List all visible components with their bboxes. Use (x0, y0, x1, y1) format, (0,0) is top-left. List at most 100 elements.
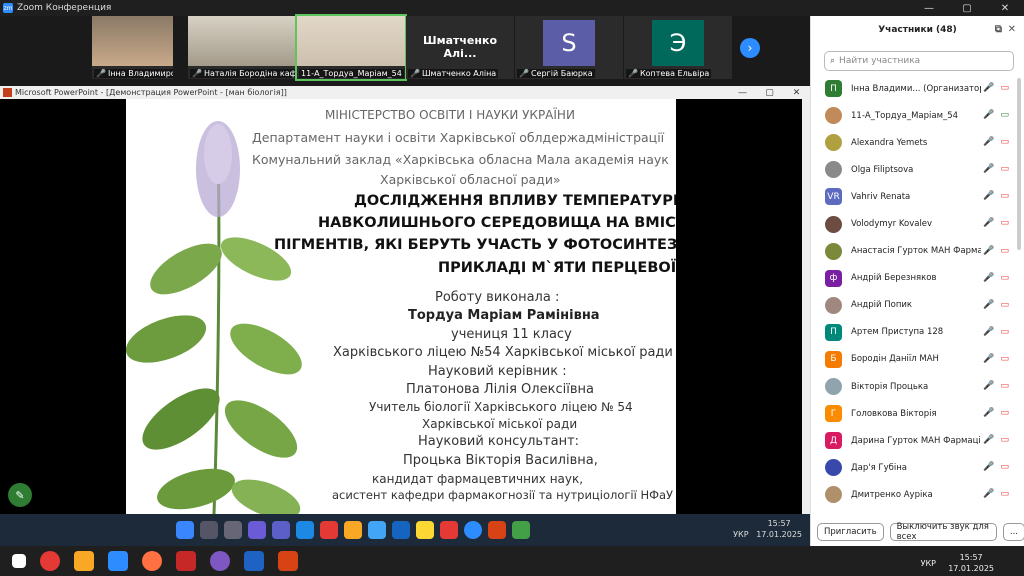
participant-row[interactable]: Д Дарина Гурток МАН Фармація 🎤 ▭ (811, 427, 1017, 454)
keep-icon[interactable] (416, 521, 434, 539)
participant-row[interactable]: Г Головкова Вікторія 🎤 ▭ (811, 400, 1017, 427)
avatar (825, 215, 842, 233)
ppt-minimize-button[interactable]: — (729, 88, 756, 98)
app-icon[interactable] (176, 551, 196, 571)
windows-start-icon[interactable] (12, 554, 26, 568)
window-title: Zoom Конференция (17, 3, 112, 13)
video-tile[interactable]: 🎤Інна Владимирова (92, 16, 173, 79)
participant-status-icons: 🎤 ▭ (983, 191, 1009, 201)
mic-muted-icon: 🎤 (983, 299, 995, 310)
participant-row[interactable]: ф Андрій Березняков 🎤 ▭ (811, 265, 1017, 292)
avatar: ф (825, 269, 842, 287)
mic-muted-icon: 🎤 (983, 326, 995, 337)
camera-off-icon: ▭ (1000, 137, 1009, 148)
chrome-icon[interactable] (40, 551, 60, 571)
video-tile[interactable]: S 🎤 Сергій Баюрка (515, 16, 623, 79)
slide-title-4: ПРИКЛАДІ М`ЯТИ ПЕРЦЕВОЇ (438, 260, 676, 276)
video-tile[interactable]: Шматченко Алі... 🎤 Шматченко Аліна (406, 16, 514, 79)
slide-author-school: Харківського ліцею №54 Харківської міськ… (333, 345, 673, 360)
copilot-icon[interactable] (248, 521, 266, 539)
camera-off-icon: ▭ (1000, 83, 1009, 93)
teams-icon[interactable] (272, 521, 290, 539)
edge-icon[interactable] (296, 521, 314, 539)
store-icon[interactable] (368, 521, 386, 539)
mic-muted-icon: 🎤 (983, 164, 995, 175)
mic-muted-icon: 🎤 (983, 245, 995, 256)
zoom-icon[interactable] (108, 551, 128, 571)
slide-supervisor-council: Харківської міської ради (422, 417, 578, 431)
task-view-icon[interactable] (224, 521, 242, 539)
invite-button[interactable]: Пригласить (817, 523, 884, 541)
video-feed (188, 16, 296, 66)
word-icon[interactable] (244, 551, 264, 571)
search-participant-field[interactable]: ⌕ Найти участника (824, 51, 1014, 71)
tile-name: Шматченко Аліна (421, 69, 497, 78)
taskbar-date: 17.01.2025 (948, 564, 994, 573)
slide-scrollbar[interactable] (802, 99, 810, 514)
participant-name: Головкова Вікторія (851, 408, 937, 419)
chrome-profile-icon[interactable] (512, 521, 530, 539)
outlook-icon[interactable] (392, 521, 410, 539)
presentation-slide[interactable]: МІНІСТЕРСТВО ОСВІТИ І НАУКИ УКРАЇНИ Депа… (126, 99, 676, 514)
powerpoint-taskbar-icon[interactable] (488, 521, 506, 539)
participant-status-icons: 🎤 ▭ (983, 83, 1009, 93)
powerpoint-taskbar-icon[interactable] (278, 551, 298, 571)
system-clock[interactable]: УКР 15:57 17.01.2025 (921, 552, 994, 574)
avatar: S (543, 20, 595, 66)
viber-icon[interactable] (210, 551, 230, 571)
camera-off-icon: ▭ (1000, 191, 1009, 202)
participant-row[interactable]: Б Бородін Даніїл МАН 🎤 ▭ (811, 346, 1017, 373)
participant-row[interactable]: Дар'я Губіна 🎤 ▭ (811, 454, 1017, 481)
video-tile[interactable]: 🎤 Наталія Бородіна каф... (188, 16, 296, 79)
participant-name: Olga Filiptsova (851, 164, 914, 175)
participant-row[interactable]: Дмитренко Аурiка 🎤 ▭ (811, 481, 1017, 508)
camera-off-icon: ▭ (1000, 299, 1009, 310)
maximize-button[interactable]: ▢ (948, 3, 986, 14)
avatar (825, 296, 842, 314)
chrome-icon[interactable] (320, 521, 338, 539)
participants-title: Участники (48) (878, 25, 957, 35)
close-button[interactable]: ✕ (986, 3, 1024, 14)
inner-system-tray: УКР 15:57 17.01.2025 (733, 518, 802, 540)
mute-all-button[interactable]: Выключить звук для всех (889, 522, 997, 542)
participant-status-icons: 🎤 ▭ (983, 435, 1009, 445)
windows-start-icon[interactable] (176, 521, 194, 539)
firefox-icon[interactable] (142, 551, 162, 571)
pen-icon[interactable]: ✎ (8, 483, 32, 507)
participant-row[interactable]: ПІнна Владими... (Организатор, я)🎤▭ (811, 75, 1017, 102)
minimize-button[interactable]: — (910, 3, 948, 14)
participants-footer: Пригласить Выключить звук для всех ... (811, 518, 1024, 546)
next-page-icon[interactable]: › (740, 38, 760, 58)
participant-row[interactable]: Alexandra Yemets 🎤 ▭ (811, 129, 1017, 156)
participant-name: Андрій Березняков (851, 273, 937, 284)
camera-off-icon: ▭ (1000, 326, 1009, 337)
ppt-window-title: Microsoft PowerPoint - [Демонстрация Pow… (15, 88, 287, 97)
participant-status-icons: 🎤 ▭ (983, 137, 1009, 147)
participant-row[interactable]: Андрій Попик 🎤 ▭ (811, 292, 1017, 319)
participant-row[interactable]: VR Vahriv Renata 🎤 ▭ (811, 183, 1017, 210)
participant-row[interactable]: Анастасія Гурток МАН Фармація🎤▭ (811, 238, 1017, 265)
ppt-maximize-button[interactable]: ▢ (756, 88, 783, 98)
tile-name: Наталія Бородіна каф... (203, 69, 296, 78)
popout-icon[interactable]: ⧉ (995, 24, 1002, 35)
zoom-icon[interactable] (464, 521, 482, 539)
ppt-close-button[interactable]: ✕ (783, 88, 810, 98)
participant-row[interactable]: 11-А_Тордуа_Маріам_54 🎤 ▭ (811, 102, 1017, 129)
more-button[interactable]: ... (1002, 523, 1024, 541)
file-explorer-icon[interactable] (344, 521, 362, 539)
file-explorer-icon[interactable] (74, 551, 94, 571)
video-tile-active[interactable]: 11-А_Тордуа_Маріам_54 (295, 14, 407, 81)
participant-name: Дмитренко Аурiка (851, 489, 933, 500)
video-tile[interactable]: Э 🎤 Коптева Ельвіра (624, 16, 732, 79)
gmail-icon[interactable] (440, 521, 458, 539)
participant-row[interactable]: Olga Filiptsova 🎤 ▭ (811, 156, 1017, 183)
participant-row[interactable]: Volodymyr Kovalev 🎤 ▭ (811, 210, 1017, 237)
participant-row[interactable]: Вікторія Процька 🎤 ▭ (811, 373, 1017, 400)
participant-row[interactable]: П Артем Приступа 128 🎤 ▭ (811, 319, 1017, 346)
tile-name: 11-А_Тордуа_Маріам_54 (301, 69, 402, 78)
slide-author-class: учениця 11 класу (451, 327, 572, 342)
participants-scrollbar[interactable] (1017, 78, 1021, 250)
avatar: П (825, 323, 842, 341)
search-icon[interactable] (200, 521, 218, 539)
close-panel-icon[interactable]: ✕ (1008, 24, 1016, 35)
